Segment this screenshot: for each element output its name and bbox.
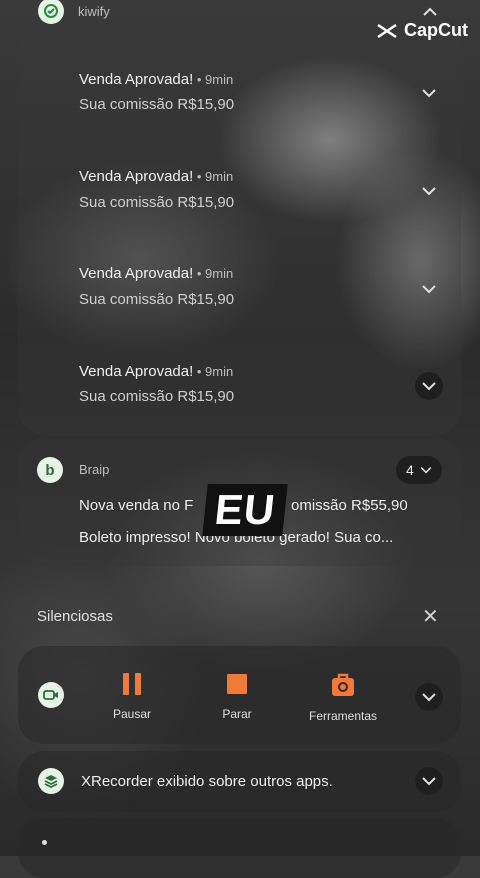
kiwify-app-name: kiwify (78, 4, 110, 19)
braip-app-icon: b (37, 457, 63, 483)
notification-subtitle: Sua comissão R$15,90 (79, 291, 235, 308)
notification-subtitle: Sua comissão R$15,90 (79, 194, 235, 211)
notification-title: Venda Aprovada! • 9min (79, 71, 234, 88)
tools-label: Ferramentas (308, 709, 378, 723)
partial-notification[interactable] (18, 818, 461, 878)
dot-icon (42, 840, 47, 845)
xrecorder-text: XRecorder exibido sobre outros apps. (81, 773, 333, 790)
notification-title: Venda Aprovada! • 9min (79, 363, 234, 380)
kiwify-app-icon (38, 0, 64, 24)
expand-chevron-down-icon[interactable] (415, 275, 443, 303)
recorder-app-icon (38, 682, 64, 708)
expand-chevron-down-icon[interactable] (415, 372, 443, 400)
pause-icon (123, 673, 141, 695)
stop-button[interactable]: Parar (182, 672, 292, 721)
recorder-controls-notification[interactable]: Pausar Parar Ferramentas (18, 646, 461, 744)
expand-chevron-down-icon[interactable] (415, 683, 443, 711)
braip-app-name: Braip (79, 462, 110, 477)
layers-app-icon (38, 768, 64, 794)
chevron-down-icon (420, 467, 432, 474)
close-icon[interactable]: ✕ (422, 604, 439, 629)
pause-button[interactable]: Pausar (77, 672, 187, 721)
notification-title: Venda Aprovada! • 9min (79, 168, 234, 185)
notification-subtitle: Sua comissão R$15,90 (79, 388, 235, 405)
pause-label: Pausar (112, 707, 152, 721)
expand-chevron-down-icon[interactable] (415, 767, 443, 795)
braip-count-expand-button[interactable]: 4 (396, 456, 442, 484)
toolbox-icon (332, 673, 354, 696)
notification-title: Venda Aprovada! • 9min (79, 265, 234, 282)
stop-label: Parar (222, 707, 252, 721)
kiwify-notification-group[interactable]: kiwify Venda Aprovada! • 9min Sua comiss… (18, 0, 461, 435)
capcut-label: CapCut (404, 20, 468, 40)
notification-subtitle: Sua comissão R$15,90 (79, 96, 235, 113)
video-caption-overlay: EU (202, 484, 289, 536)
capcut-watermark: CapCut (376, 20, 468, 41)
tools-button[interactable]: Ferramentas (288, 672, 398, 723)
xrecorder-overlay-notification[interactable]: XRecorder exibido sobre outros apps. (18, 751, 461, 812)
braip-line1-start: Nova venda no F (79, 497, 194, 514)
braip-count-badge: 4 (406, 462, 414, 478)
capcut-logo-icon (377, 23, 397, 38)
expand-chevron-down-icon[interactable] (415, 79, 443, 107)
silent-section-title: Silenciosas (37, 608, 113, 625)
expand-chevron-down-icon[interactable] (415, 177, 443, 205)
stop-icon (227, 674, 247, 694)
braip-line1-end: omissão R$55,90 (291, 497, 408, 514)
